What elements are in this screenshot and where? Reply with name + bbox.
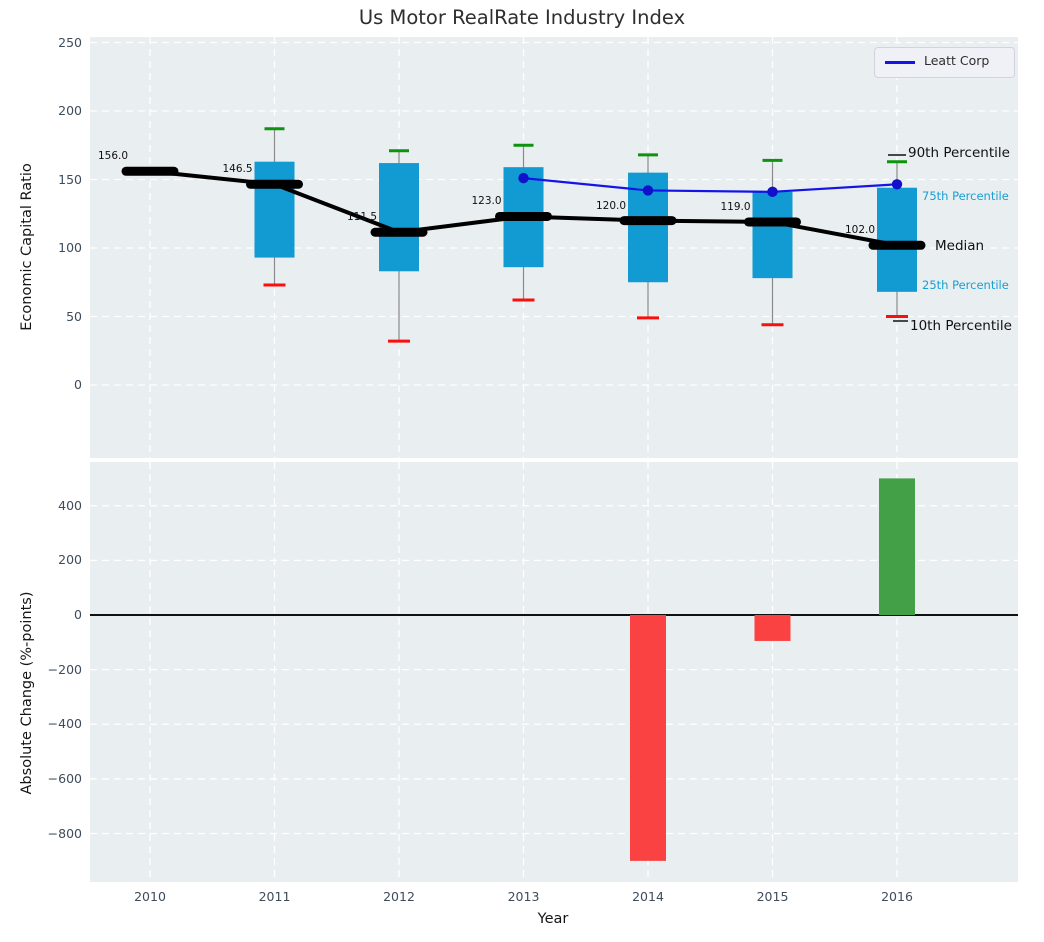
top-y-tick-50: 50 [38, 309, 82, 325]
x-tick-2013: 2013 [499, 889, 549, 905]
median-value-label-2011: 146.5 [223, 163, 267, 176]
annotation-median: Median [935, 237, 984, 255]
bottom-y-tick--600: −600 [30, 771, 82, 787]
median-value-label-2015: 119.0 [721, 201, 765, 214]
annotation-10th-percentile: 10th Percentile [910, 317, 1012, 335]
median-value-label-2012: 111.5 [347, 211, 391, 224]
x-tick-2014: 2014 [623, 889, 673, 905]
median-value-label-2016: 102.0 [845, 224, 889, 237]
annotation-90th-percentile: 90th Percentile [908, 144, 1010, 162]
x-tick-2011: 2011 [250, 889, 300, 905]
x-tick-2010: 2010 [125, 889, 175, 905]
x-axis-label: Year [453, 911, 653, 927]
top-y-tick-150: 150 [38, 172, 82, 188]
figure: Us Motor RealRate Industry Index Economi… [0, 0, 1044, 942]
bottom-y-tick--400: −400 [30, 716, 82, 732]
legend-line-sample [885, 61, 915, 64]
median-value-label-2013: 123.0 [472, 195, 516, 208]
x-tick-2016: 2016 [872, 889, 922, 905]
x-tick-2012: 2012 [374, 889, 424, 905]
top-y-tick-250: 250 [38, 35, 82, 51]
median-value-label-2010: 156.0 [98, 150, 142, 163]
top-y-axis-label: Economic Capital Ratio [17, 72, 37, 422]
top-y-tick-200: 200 [38, 103, 82, 119]
bottom-y-tick--200: −200 [30, 662, 82, 678]
top-plot-area [90, 37, 1018, 458]
median-value-label-2014: 120.0 [596, 200, 640, 213]
legend-label: Leatt Corp [924, 53, 989, 68]
annotation-75th-percentile: 75th Percentile [922, 187, 1009, 205]
bottom-y-tick-200: 200 [30, 552, 82, 568]
bottom-y-tick-400: 400 [30, 498, 82, 514]
bottom-y-tick-0: 0 [30, 607, 82, 623]
top-y-tick-0: 0 [38, 377, 82, 393]
annotation-25th-percentile: 25th Percentile [922, 276, 1009, 294]
top-y-tick-100: 100 [38, 240, 82, 256]
chart-title: Us Motor RealRate Industry Index [0, 6, 1044, 29]
bottom-plot-area [90, 462, 1018, 882]
legend-box: Leatt Corp [874, 47, 1015, 78]
bottom-y-tick--800: −800 [30, 826, 82, 842]
x-tick-2015: 2015 [748, 889, 798, 905]
